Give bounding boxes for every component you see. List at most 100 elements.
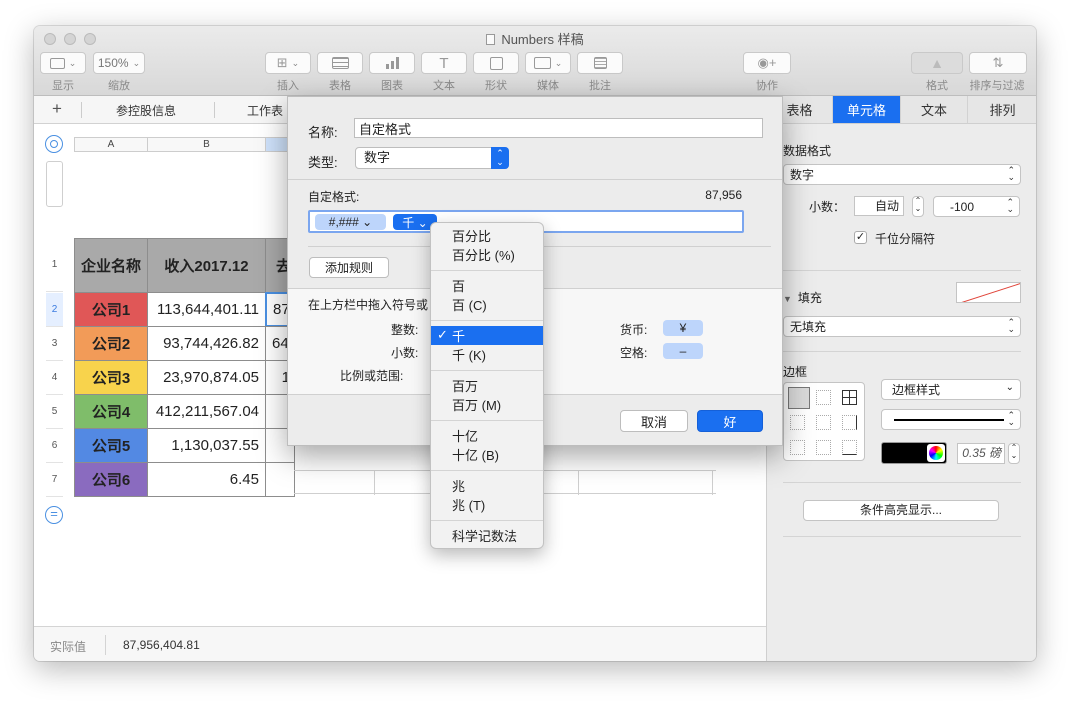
thousands-separator-checkbox[interactable]: ✓: [854, 231, 867, 244]
border-width-field[interactable]: 0.35 磅: [957, 443, 1005, 464]
revenue-cell[interactable]: 113,644,401.11: [147, 292, 266, 327]
tab-arrange[interactable]: 排列: [968, 96, 1036, 124]
border-left-icon[interactable]: [790, 415, 805, 430]
insert-button[interactable]: ⊞ ⌄: [265, 52, 311, 74]
menu-item-percent[interactable]: 百分比: [431, 226, 543, 245]
table-header-cell[interactable]: 企业名称: [74, 238, 148, 293]
format-label: 格式: [926, 80, 948, 92]
menu-item-billion[interactable]: 十亿: [431, 426, 543, 445]
border-center-icon[interactable]: [816, 415, 831, 430]
border-width-stepper[interactable]: ⌃ ⌄: [1008, 443, 1020, 464]
row-header[interactable]: 4: [46, 361, 63, 395]
menu-item-thousand-k[interactable]: 千 (K): [431, 345, 543, 364]
revenue-cell[interactable]: 412,211,567.04: [147, 394, 266, 429]
company-name-cell[interactable]: 公司4: [74, 394, 148, 429]
menu-item-hundred-c[interactable]: 百 (C): [431, 295, 543, 314]
status-value: 87,956,404.81: [123, 638, 200, 652]
chevron-down-icon: ⌄: [554, 57, 563, 68]
company-name-cell[interactable]: 公司1: [74, 292, 148, 327]
add-row-handle[interactable]: =: [45, 506, 63, 524]
row-header[interactable]: 5: [46, 395, 63, 429]
company-name-cell[interactable]: 公司2: [74, 326, 148, 361]
status-divider: [105, 635, 106, 655]
zoom-select[interactable]: 150% ⌄: [93, 52, 145, 74]
border-top-icon[interactable]: [790, 440, 805, 455]
collaborate-button[interactable]: ◉+: [743, 52, 791, 74]
color-wheel-icon[interactable]: [929, 446, 943, 460]
decimals-stepper[interactable]: ⌃ ⌄: [912, 196, 924, 217]
type-value: 数字: [364, 150, 391, 165]
decimals-field[interactable]: 自动: [854, 196, 904, 216]
conditional-highlight-button[interactable]: 条件高亮显示...: [803, 500, 999, 521]
negative-format-select[interactable]: -100 ⌃ ⌄: [933, 196, 1020, 217]
add-sheet-button[interactable]: +: [52, 99, 62, 119]
row-header[interactable]: 1: [46, 238, 63, 292]
type-select[interactable]: 数字 ⌃ ⌄: [355, 147, 509, 169]
type-label: 类型:: [308, 155, 338, 170]
name-field[interactable]: 自定格式: [354, 118, 763, 138]
column-header-b[interactable]: B: [147, 137, 266, 152]
revenue-cell[interactable]: 93,744,426.82: [147, 326, 266, 361]
data-format-select[interactable]: 数字 ⌃ ⌄: [783, 164, 1021, 185]
view-button[interactable]: ⌄: [40, 52, 86, 74]
menu-item-million[interactable]: 百万: [431, 376, 543, 395]
menu-item-thousand[interactable]: ✓ 千: [431, 326, 543, 345]
border-line-select[interactable]: ⌃ ⌄: [881, 409, 1021, 430]
menu-item-trillion-t[interactable]: 兆 (T): [431, 495, 543, 514]
table-button[interactable]: [317, 52, 363, 74]
border-all-icon[interactable]: [788, 387, 810, 409]
border-middle-icon[interactable]: [816, 440, 831, 455]
text-icon: T: [439, 54, 449, 72]
company-name-cell[interactable]: 公司3: [74, 360, 148, 395]
company-name-cell[interactable]: 公司5: [74, 428, 148, 463]
format-inspector: 表格 单元格 文本 排列 数据格式 数字 ⌃ ⌄ 小数： 自动 ⌃ ⌄ -100 ⌃…: [766, 96, 1036, 661]
shape-button[interactable]: [473, 52, 519, 74]
border-inner-icon[interactable]: [816, 390, 831, 405]
comment-button[interactable]: [577, 52, 623, 74]
menu-item-scientific[interactable]: 科学记数法: [431, 526, 543, 545]
data-format-value: 数字: [790, 168, 815, 182]
border-color-well[interactable]: [881, 442, 947, 464]
sort-filter-button[interactable]: ⇅: [969, 52, 1027, 74]
company-name-cell[interactable]: 公司6: [74, 462, 148, 497]
menu-item-percent-symbol[interactable]: 百分比 (%): [431, 245, 543, 264]
tab-cell[interactable]: 单元格: [833, 96, 901, 124]
integer-token[interactable]: #,### ⌄: [315, 214, 386, 230]
menu-item-hundred[interactable]: 百: [431, 276, 543, 295]
tab-text[interactable]: 文本: [901, 96, 968, 124]
fill-color-well[interactable]: [956, 282, 1021, 303]
select-table-handle[interactable]: [45, 135, 63, 153]
column-header-a[interactable]: A: [74, 137, 148, 152]
space-token[interactable]: –: [663, 343, 703, 359]
row-header[interactable]: 3: [46, 327, 63, 361]
border-picker[interactable]: [783, 382, 865, 461]
ok-button[interactable]: 好: [697, 410, 763, 432]
row-header[interactable]: 6: [46, 429, 63, 463]
media-button[interactable]: ⌄: [525, 52, 571, 74]
add-rule-button[interactable]: 添加规则: [309, 257, 389, 278]
fill-title[interactable]: ▼ 填充: [783, 289, 822, 306]
border-grid-icon[interactable]: [842, 390, 857, 405]
currency-token[interactable]: ¥: [663, 320, 703, 336]
menu-item-trillion[interactable]: 兆: [431, 476, 543, 495]
tab-sheet-2[interactable]: 工作表: [247, 102, 283, 119]
chart-button[interactable]: [369, 52, 415, 74]
cancel-button[interactable]: 取消: [620, 410, 688, 432]
row-header[interactable]: 2: [46, 293, 63, 327]
fill-select[interactable]: 无填充 ⌃ ⌄: [783, 316, 1021, 337]
border-right-icon[interactable]: [842, 415, 857, 430]
space-label: 空格:: [620, 346, 648, 360]
border-bottom-icon[interactable]: [842, 440, 857, 455]
tab-sheet-1[interactable]: 参控股信息: [116, 102, 176, 119]
text-button[interactable]: T: [421, 52, 467, 74]
menu-item-million-m[interactable]: 百万 (M): [431, 395, 543, 414]
menu-item-billion-b[interactable]: 十亿 (B): [431, 445, 543, 464]
row-header[interactable]: 7: [46, 463, 63, 497]
revenue-cell[interactable]: 1,130,037.55: [147, 428, 266, 463]
border-style-select[interactable]: 边框样式 ⌄: [881, 379, 1021, 400]
table-cell[interactable]: [265, 462, 295, 497]
revenue-cell[interactable]: 23,970,874.05: [147, 360, 266, 395]
table-header-cell[interactable]: 收入2017.12: [147, 238, 266, 293]
format-button[interactable]: ▲: [911, 52, 963, 74]
revenue-cell[interactable]: 6.45: [147, 462, 266, 497]
